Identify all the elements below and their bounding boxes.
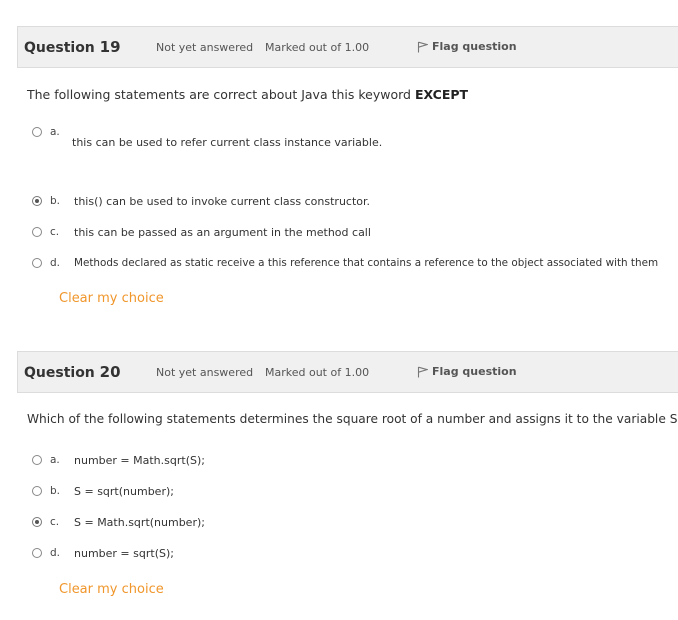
option-letter: c.	[50, 226, 60, 238]
option-text: S = sqrt(number);	[74, 484, 174, 498]
option-19-c[interactable]: c. this can be passed as an argument in …	[32, 224, 371, 240]
question-20-text: Which of the following statements determ…	[27, 412, 678, 426]
question-20-header: Question 20 Not yet answered Marked out …	[17, 351, 678, 393]
clear-choice-link[interactable]: Clear my choice	[59, 291, 164, 306]
clear-choice-link[interactable]: Clear my choice	[59, 582, 164, 597]
option-letter: d.	[50, 257, 61, 269]
option-20-a[interactable]: a. number = Math.sqrt(S);	[32, 452, 205, 468]
option-text: number = sqrt(S);	[74, 546, 174, 560]
radio-button[interactable]	[32, 455, 42, 465]
option-text: Methods declared as static receive a thi…	[74, 257, 659, 269]
option-letter: c.	[50, 516, 60, 528]
option-text: S = Math.sqrt(number);	[74, 515, 205, 529]
option-letter: b.	[50, 485, 61, 497]
option-19-b[interactable]: b. this() can be used to invoke current …	[32, 193, 370, 209]
radio-button[interactable]	[32, 258, 42, 268]
flag-icon	[417, 41, 428, 53]
option-text: number = Math.sqrt(S);	[74, 453, 205, 467]
question-status: Not yet answered	[156, 41, 254, 54]
option-letter: a.	[50, 454, 60, 466]
question-number: 20	[99, 363, 121, 381]
option-text: this can be passed as an argument in the…	[74, 225, 371, 239]
question-label: Question	[24, 40, 95, 56]
question-19-text: The following statements are correct abo…	[27, 87, 468, 102]
flag-icon	[417, 366, 428, 378]
option-letter: b.	[50, 195, 61, 207]
option-19-a[interactable]: a.	[32, 126, 63, 142]
question-marks: Marked out of 1.00	[265, 366, 370, 379]
question-19-header: Question 19 Not yet answered Marked out …	[17, 26, 678, 68]
radio-button[interactable]	[32, 227, 42, 237]
question-marks: Marked out of 1.00	[265, 41, 370, 54]
option-19-a-text: this can be used to refer current class …	[72, 135, 383, 149]
question-20-title: Question 20	[24, 363, 121, 381]
question-number: 19	[99, 38, 121, 56]
question-text: The following statements are correct abo…	[27, 87, 415, 102]
question-text-emphasis: EXCEPT	[414, 87, 469, 102]
question-status: Not yet answered	[156, 366, 254, 379]
radio-button[interactable]	[32, 486, 42, 496]
option-19-d[interactable]: d. Methods declared as static receive a …	[32, 255, 658, 271]
option-letter: a.	[50, 126, 60, 138]
flag-question-button[interactable]: Flag question	[417, 40, 517, 53]
option-letter: d.	[50, 547, 61, 559]
option-20-b[interactable]: b. S = sqrt(number);	[32, 483, 174, 499]
radio-button-checked[interactable]	[32, 517, 42, 527]
radio-button-checked[interactable]	[32, 196, 42, 206]
option-text: this() can be used to invoke current cla…	[74, 194, 371, 208]
radio-button[interactable]	[32, 548, 42, 558]
question-label: Question	[24, 365, 95, 381]
option-20-d[interactable]: d. number = sqrt(S);	[32, 545, 174, 561]
flag-question-label: Flag question	[432, 40, 517, 53]
radio-button[interactable]	[32, 127, 42, 137]
flag-question-button[interactable]: Flag question	[417, 365, 517, 378]
question-19-title: Question 19	[24, 38, 121, 56]
option-20-c[interactable]: c. S = Math.sqrt(number);	[32, 514, 205, 530]
flag-question-label: Flag question	[432, 365, 517, 378]
